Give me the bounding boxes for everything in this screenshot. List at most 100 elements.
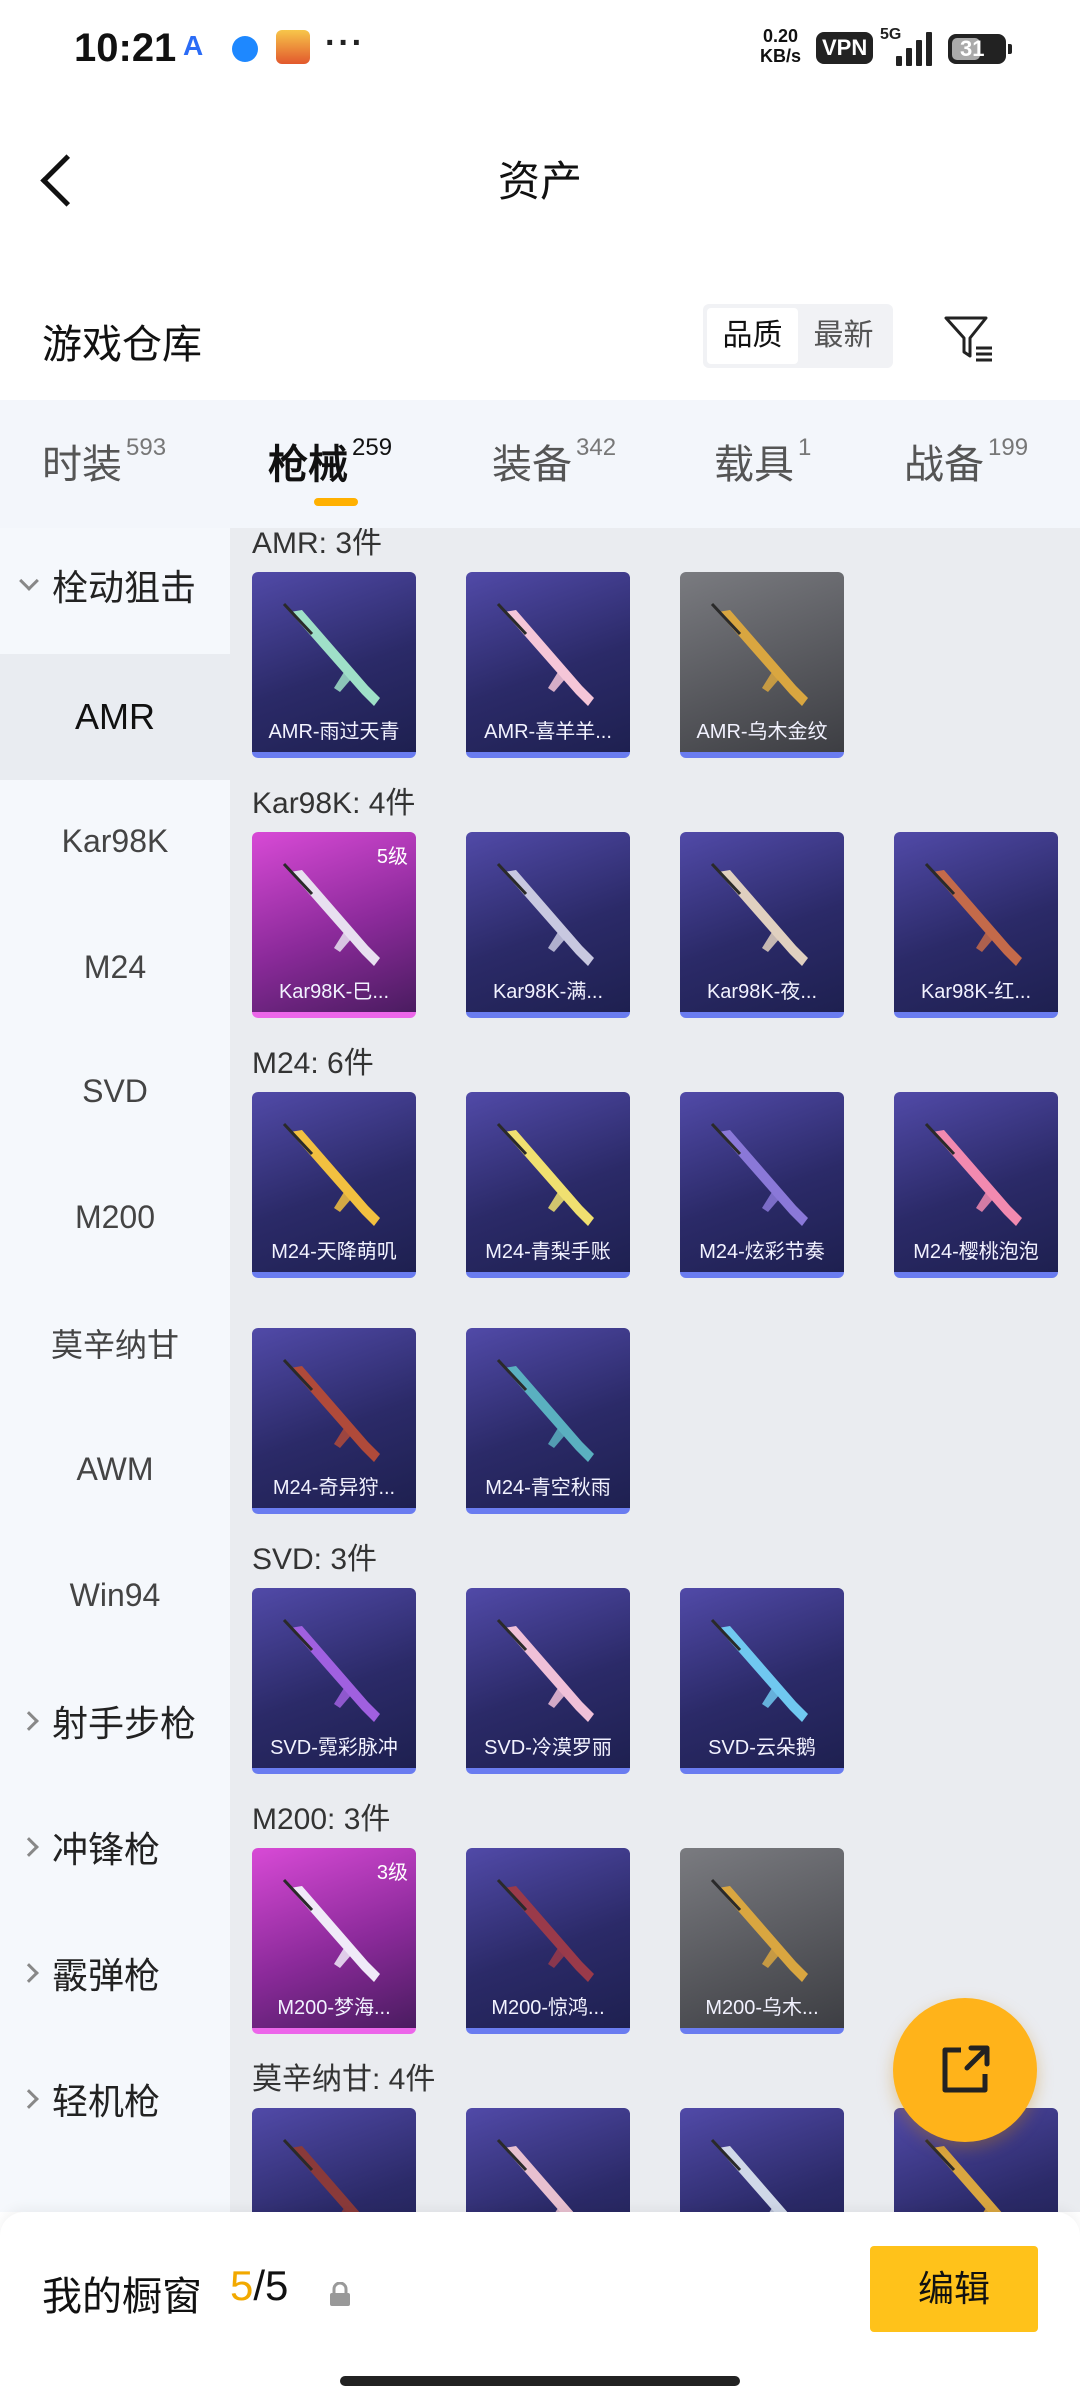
weapon-name: SVD-冷漠罗丽 [484, 1737, 612, 1759]
tab-vehicles[interactable]: 载具 1 [714, 432, 811, 490]
rifle-icon [282, 1878, 380, 1982]
sidebar-item[interactable]: Win94 [0, 1532, 230, 1658]
weapon-card[interactable]: M200-惊鸿... [466, 1848, 630, 2034]
sidebar-item[interactable]: 莫辛纳甘 [0, 1280, 230, 1406]
sort-toggle: 品质 最新 [703, 304, 893, 368]
tab-fashion[interactable]: 时装 593 [42, 432, 166, 490]
chevron-right-icon [19, 2089, 39, 2109]
tab-equipment[interactable]: 装备 342 [492, 432, 616, 490]
tab-label: 枪械 [268, 443, 348, 487]
weapon-card[interactable]: M24-樱桃泡泡 [894, 1092, 1058, 1278]
weapon-name: M24-天降萌叽 [271, 1241, 397, 1263]
weapon-card[interactable] [466, 2108, 630, 2212]
weapon-card[interactable]: M24-青空秋雨 [466, 1328, 630, 1514]
sort-newest-button[interactable]: 最新 [798, 308, 889, 364]
sidebar-item-label: 射手步枪 [52, 1703, 197, 1744]
weapon-card[interactable]: SVD-霓彩脉冲 [252, 1588, 416, 1774]
weapon-card[interactable]: 5级 Kar98K-巳... [252, 832, 416, 1018]
weapon-card[interactable]: SVD-云朵鹅 [680, 1588, 844, 1774]
rifle-icon [710, 1878, 808, 1982]
weapon-name: M24-青梨手账 [485, 1241, 611, 1263]
rifle-icon [282, 1122, 380, 1226]
weapon-card[interactable]: AMR-乌木金纹 [680, 572, 844, 758]
sidebar-item-label: 冲锋枪 [52, 1829, 161, 1870]
tab-label: 装备 [492, 443, 572, 487]
group-header: M200: 3件 [252, 1803, 391, 1836]
weapon-name: M200-乌木... [705, 1997, 819, 2019]
browser-app-icon [232, 36, 258, 62]
sort-quality-button[interactable]: 品质 [707, 308, 798, 364]
weapon-card[interactable]: Kar98K-夜... [680, 832, 844, 1018]
tab-label: 载具 [714, 443, 794, 487]
weapon-name: M24-奇异狩... [272, 1477, 396, 1499]
page-title: 资产 [497, 158, 582, 205]
weapon-card[interactable]: AMR-喜羊羊... [466, 572, 630, 758]
weapon-card[interactable]: M24-炫彩节奏 [680, 1092, 844, 1278]
external-link-icon [942, 2045, 990, 2093]
sidebar-item[interactable]: Kar98K [0, 778, 230, 904]
sidebar-item-label: 霰弹枪 [52, 1955, 161, 1996]
weapon-card[interactable]: Kar98K-红... [894, 832, 1058, 1018]
weapon-card[interactable]: M200-乌木... [680, 1848, 844, 2034]
rifle-icon [710, 2138, 788, 2212]
weapon-card[interactable] [252, 2108, 416, 2212]
weapon-name: Kar98K-满... [492, 981, 604, 1003]
weapon-name: M200-惊鸿... [491, 1997, 605, 2019]
weapon-name: SVD-云朵鹅 [708, 1737, 816, 1759]
group-header: AMR: 3件 [252, 528, 383, 560]
rifle-icon [496, 1122, 594, 1226]
tab-label: 时装 [42, 443, 122, 487]
weapon-card[interactable] [680, 2108, 844, 2212]
sidebar-item[interactable]: M24 [0, 904, 230, 1030]
sidebar-group-item[interactable]: 栓动狙击 [0, 522, 230, 648]
sidebar-group-item[interactable]: 射手步枪 [0, 1658, 230, 1784]
filter-icon[interactable] [940, 308, 1000, 368]
weapon-card[interactable]: AMR-雨过天青 [252, 572, 416, 758]
signal-icon: 5G [880, 26, 936, 70]
status-bar: 10:21 A ··· 0.20 KB/s VPN 5G 31 [0, 0, 1080, 100]
weapon-card[interactable]: M24-奇异狩... [252, 1328, 416, 1514]
weapon-card[interactable]: SVD-冷漠罗丽 [466, 1588, 630, 1774]
sidebar-item[interactable]: M200 [0, 1154, 230, 1280]
tab-combat-supplies[interactable]: 战备 199 [904, 432, 1028, 490]
weapon-name: AMR-喜羊羊... [484, 721, 612, 743]
vpn-badge: VPN [816, 32, 874, 64]
sidebar-item[interactable]: AWM [0, 1406, 230, 1532]
tab-count: 199 [988, 434, 1029, 461]
weapon-card[interactable]: 3级 M200-梦海... [252, 1848, 416, 2034]
tab-firearms[interactable]: 枪械 259 [268, 432, 392, 490]
more-notifications-icon: ··· [325, 24, 365, 62]
sidebar-group-item[interactable]: 冲锋枪 [0, 1784, 230, 1910]
sidebar-group-item[interactable]: 霰弹枪 [0, 1910, 230, 2036]
share-fab[interactable] [893, 1998, 1037, 2142]
edit-button[interactable]: 编辑 [870, 2246, 1038, 2332]
rifle-icon [496, 862, 594, 966]
sidebar-item[interactable]: AMR [0, 654, 230, 780]
chevron-right-icon [19, 1837, 39, 1857]
sidebar-item[interactable]: SVD [0, 1028, 230, 1154]
weapon-card[interactable]: M24-天降萌叽 [252, 1092, 416, 1278]
rifle-icon [924, 2138, 1002, 2212]
tab-count: 593 [126, 434, 167, 461]
tab-label: 战备 [904, 443, 984, 487]
level-badge: 3级 [376, 1862, 408, 1884]
game-app-icon [276, 30, 310, 64]
weapon-name: M24-青空秋雨 [485, 1477, 611, 1499]
sidebar-item-label: M200 [74, 1198, 156, 1235]
sidebar-group-item[interactable]: 轻机枪 [0, 2036, 230, 2162]
tab-count: 1 [798, 434, 812, 461]
sidebar-item-label: 轻机枪 [52, 2081, 161, 2122]
weapon-card[interactable]: M24-青梨手账 [466, 1092, 630, 1278]
network-speed-unit: KB/s [760, 46, 802, 66]
rifle-icon [496, 602, 594, 706]
weapon-card[interactable]: Kar98K-满... [466, 832, 630, 1018]
weapon-name: Kar98K-巳... [278, 981, 390, 1003]
showcase-label: 我的橱窗 [42, 2275, 202, 2319]
sidebar-item-label: 栓动狙击 [52, 567, 197, 608]
group-header: SVD: 3件 [252, 1543, 378, 1576]
group-header: M24: 6件 [252, 1047, 374, 1080]
sidebar-item-label: SVD [82, 1072, 148, 1109]
showcase-total: 5 [265, 2262, 289, 2309]
rifle-icon [282, 602, 380, 706]
rifle-icon [710, 1122, 808, 1226]
